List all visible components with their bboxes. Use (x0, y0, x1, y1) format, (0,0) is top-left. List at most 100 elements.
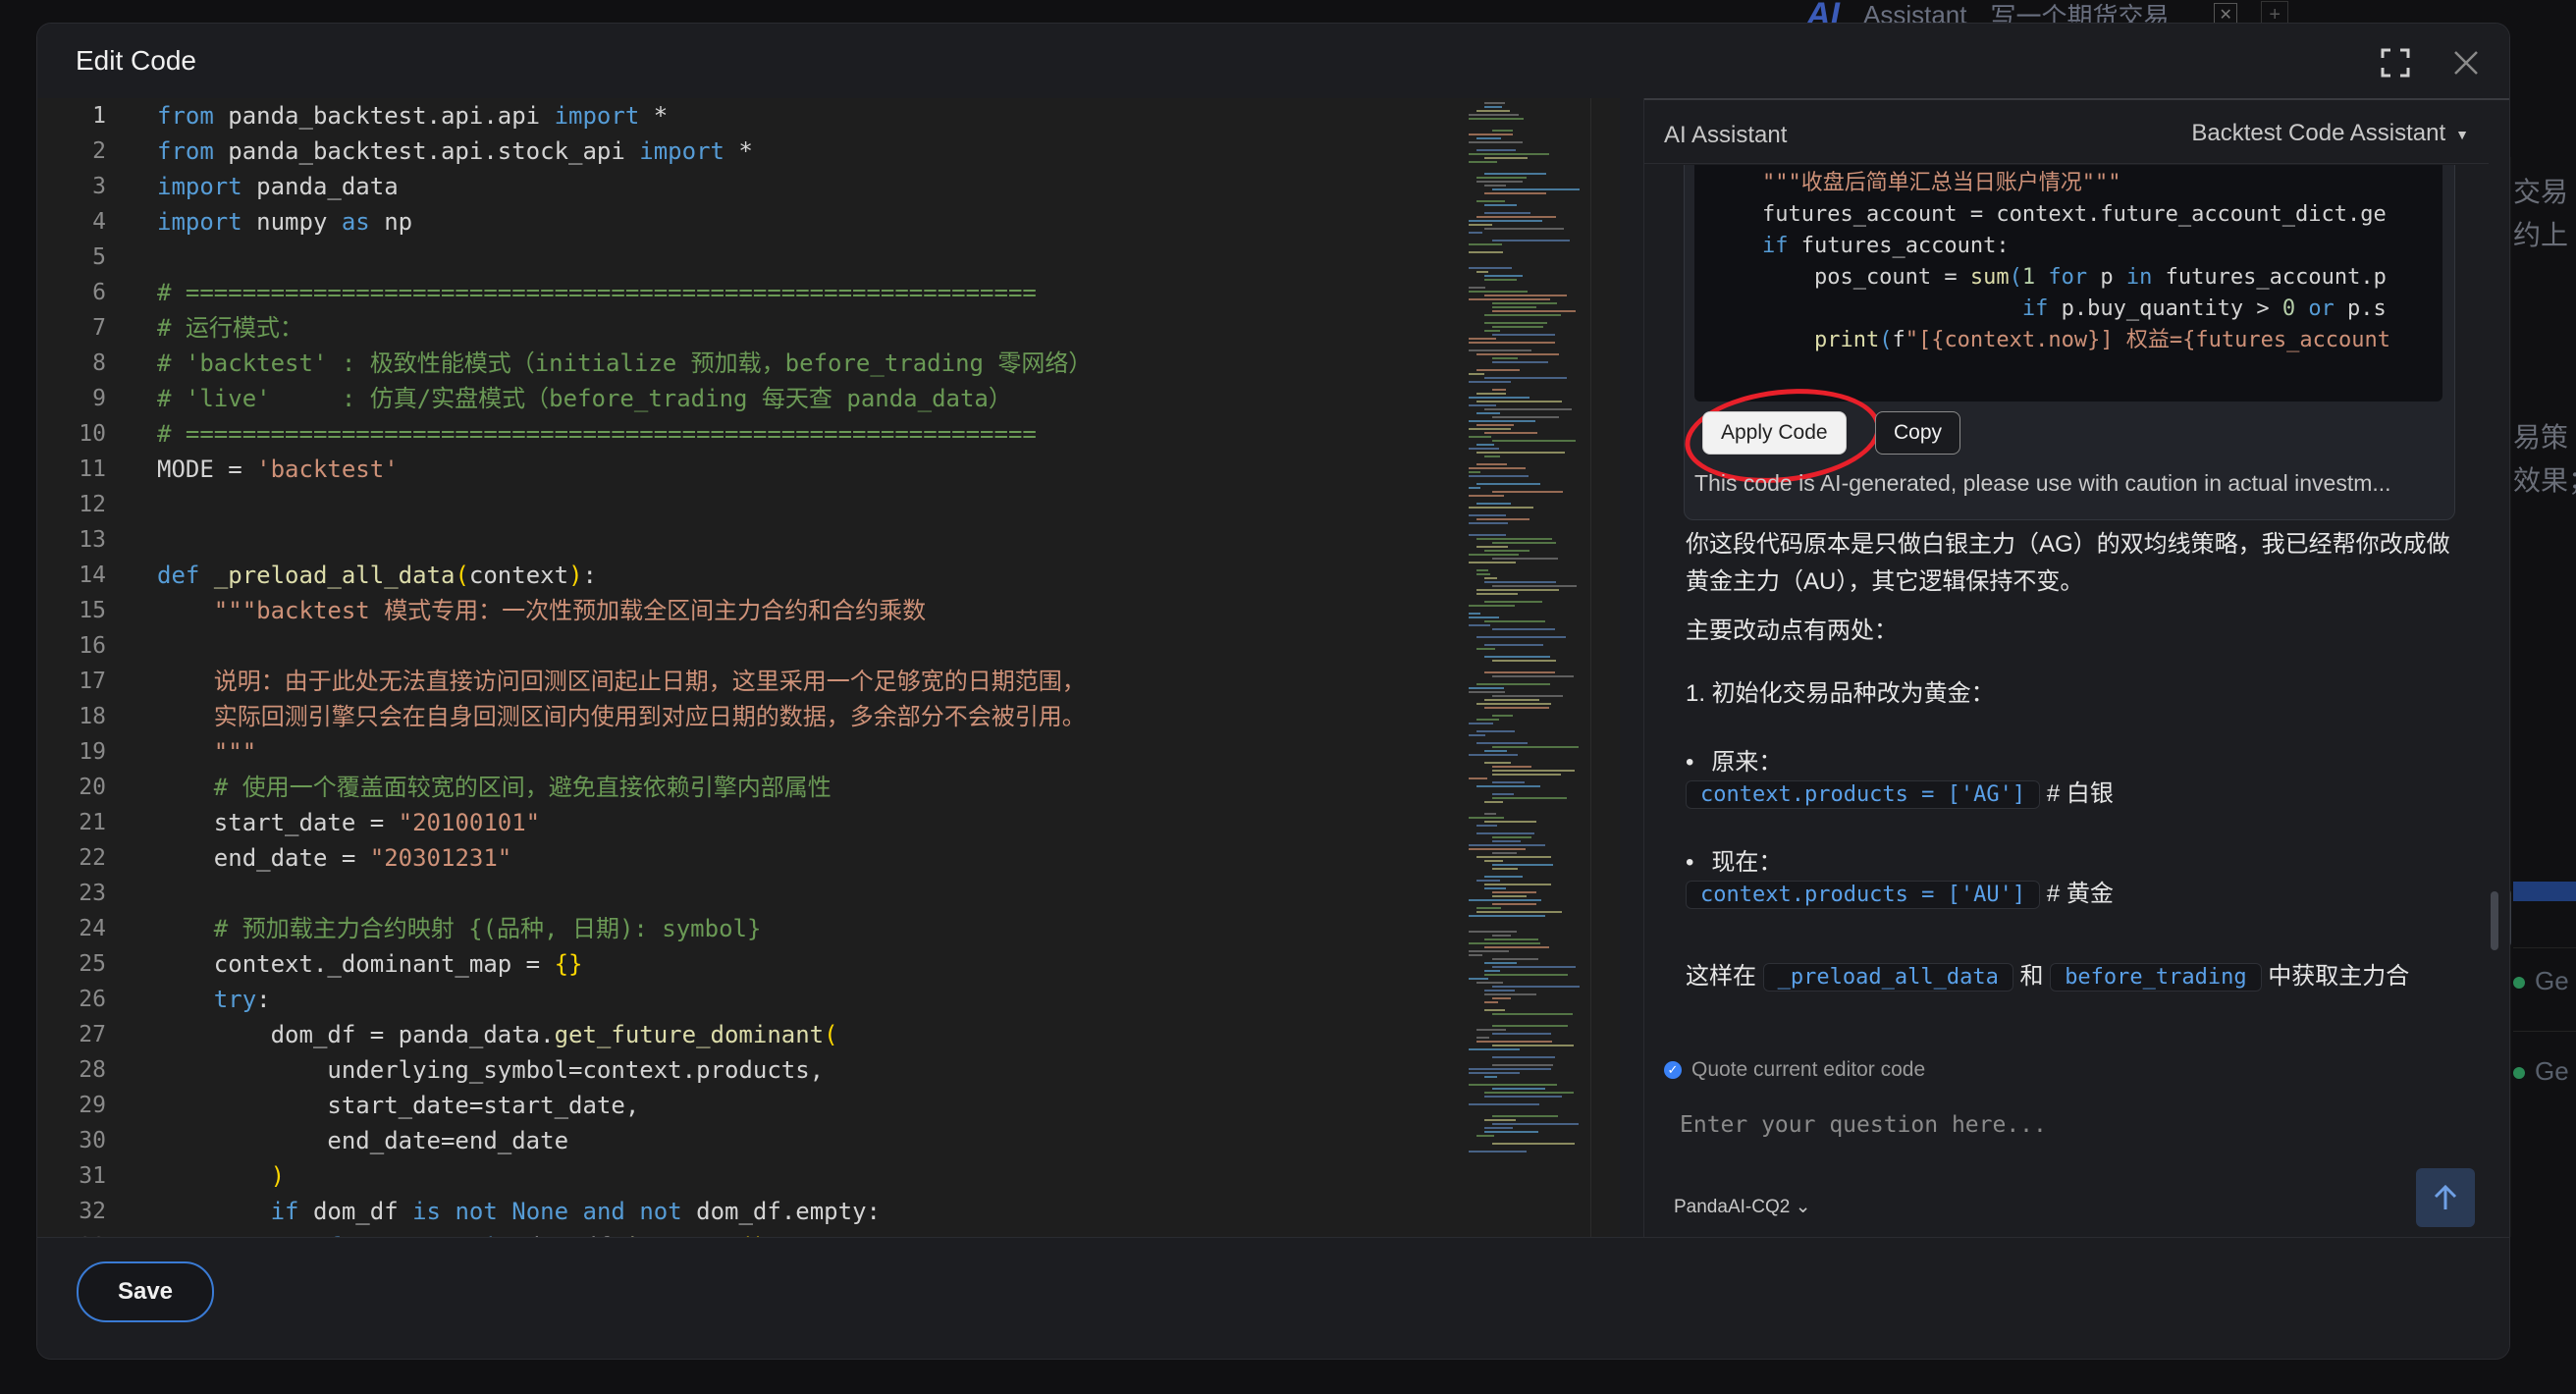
ai-message-tail: 这样在 _preload_all_data 和 before_trading 中… (1686, 963, 2410, 992)
copy-button[interactable]: Copy (1875, 411, 1961, 455)
ai-chat-scroll[interactable]: def after_trading(context): """收盘后简单汇总当日… (1644, 165, 2489, 1025)
code-line[interactable] (135, 240, 1463, 275)
ai-original-comment: # 白银 (2046, 780, 2114, 807)
line-number: 19 (79, 739, 106, 765)
modal-header: Edit Code (37, 24, 2509, 98)
code-line[interactable]: from panda_backtest.api.stock_api import… (135, 134, 1463, 169)
code-line[interactable]: # 使用一个覆盖面较宽的区间，避免直接依赖引擎内部属性 (135, 770, 1463, 805)
editor-scrollbar[interactable] (1590, 98, 1620, 1237)
line-number: 33 (37, 1229, 135, 1237)
bg-list-item-2[interactable]: Ge (2513, 1056, 2576, 1087)
ai-code-line: if p.buy_quantity > 0 or p.s (2021, 296, 2387, 321)
code-line[interactable] (135, 522, 1463, 558)
line-number: 4 (92, 209, 106, 235)
code-editor[interactable]: 1 2 3 4 5 6 7 8 9 10 11 12 13 14 15 16 17 18 19 20 21 22 23 24 2… (37, 98, 1620, 1237)
line-number: 7 (92, 315, 106, 341)
bg-text-4: 效果； (2513, 465, 2576, 496)
code-line[interactable]: 实际回测引擎只会在自身回测区间内使用到对应日期的数据，多余部分不会被引用。 (135, 699, 1463, 734)
assistant-selector[interactable]: Backtest Code Assistant ▼ (2191, 120, 2469, 147)
code-line[interactable]: MODE = 'backtest' (135, 452, 1463, 487)
bg-list-item-1[interactable]: Ge (2513, 966, 2576, 996)
code-line[interactable]: # ======================================… (135, 275, 1463, 310)
ai-code-line: print(f"[{context.now}] 权益={futures_acco… (1813, 328, 2391, 352)
line-number-gutter: 1 2 3 4 5 6 7 8 9 10 11 12 13 14 15 16 17 18 19 20 21 22 23 24 2… (37, 98, 135, 1237)
code-minimap[interactable] (1463, 98, 1590, 1178)
send-button[interactable] (2416, 1168, 2475, 1227)
code-line[interactable]: # 预加载主力合约映射 {(品种, 日期): symbol} (135, 911, 1463, 946)
ai-message-changes: 主要改动点有两处： (1686, 617, 1898, 644)
model-selector[interactable]: PandaAI-CQ2 ⌄ (1674, 1196, 1811, 1218)
line-number: 23 (79, 881, 106, 906)
line-number: 9 (92, 386, 106, 411)
line-number: 10 (79, 421, 106, 447)
status-dot-icon (2513, 1067, 2525, 1080)
code-line[interactable]: start_date = "20100101" (135, 805, 1463, 840)
ai-question-input[interactable] (1678, 1099, 2428, 1151)
code-line[interactable]: underlying_symbol=context.products, (135, 1052, 1463, 1088)
code-line[interactable]: """backtest 模式专用：一次性预加载全区间主力合约和合约乘数 (135, 593, 1463, 628)
ai-code-line: pos_count = sum(1 for p in futures_accou… (1710, 265, 2387, 290)
code-line[interactable]: from panda_backtest.api.api import * (135, 98, 1463, 134)
code-text-area[interactable]: from panda_backtest.api.api import * from… (135, 98, 1463, 1237)
code-line[interactable]: try: (135, 982, 1463, 1017)
code-line[interactable]: for _, row in dom_df.iterrows(): (135, 1229, 1463, 1237)
line-number: 8 (92, 350, 106, 376)
ai-now-code-row: context.products = ['AU'] # 黄金 (1686, 876, 2461, 914)
line-number: 27 (79, 1022, 106, 1047)
code-line[interactable]: # 'backtest' : 极致性能模式（initialize 预加载，bef… (135, 346, 1463, 381)
line-number: 3 (92, 174, 106, 199)
quote-editor-code-toggle[interactable]: ✓ Quote current editor code (1664, 1058, 1925, 1082)
code-line[interactable]: # 'live' : 仿真/实盘模式（before_trading 每天查 pa… (135, 381, 1463, 416)
code-line[interactable]: """ (135, 734, 1463, 770)
apply-code-button[interactable]: Apply Code (1702, 411, 1847, 455)
bg-text-3: 易策 (2513, 422, 2569, 453)
line-number: 32 (79, 1199, 106, 1224)
line-number: 14 (79, 563, 106, 588)
code-line[interactable] (135, 487, 1463, 522)
code-line[interactable]: import panda_data (135, 169, 1463, 204)
inline-code-before-trading: before_trading (2050, 963, 2262, 992)
check-circle-icon[interactable]: ✓ (1664, 1061, 1682, 1080)
line-number: 20 (79, 775, 106, 800)
edit-code-modal: Edit Code 1 2 3 4 5 6 7 8 9 10 11 12 13 14 15 16 17 18 19 2… (37, 24, 2509, 1359)
code-line[interactable]: import numpy as np (135, 204, 1463, 240)
ai-panel-header: AI Assistant Backtest Code Assistant ▼ (1644, 108, 2489, 164)
code-line[interactable]: 说明：由于此处无法直接访问回测区间起止日期，这里采用一个足够宽的日期范围， (135, 664, 1463, 699)
ai-panel-title: AI Assistant (1664, 122, 1788, 148)
bg-highlight-bar (2513, 882, 2576, 901)
code-line[interactable]: def _preload_all_data(context): (135, 558, 1463, 593)
ai-disclaimer: This code is AI-generated, please use wi… (1694, 470, 2391, 496)
caret-down-icon: ▼ (2455, 126, 2469, 142)
code-line[interactable]: start_date=start_date, (135, 1088, 1463, 1123)
code-line[interactable] (135, 628, 1463, 664)
code-line[interactable]: end_date=end_date (135, 1123, 1463, 1158)
ai-original-code-row: context.products = ['AG'] # 白银 (1686, 776, 2461, 814)
line-number: 18 (79, 704, 106, 729)
line-number: 24 (79, 916, 106, 941)
line-number: 15 (79, 598, 106, 623)
ai-chat-scrollbar[interactable] (2489, 165, 2500, 1025)
inline-code-preload: _preload_all_data (1762, 963, 2013, 992)
line-number: 17 (79, 669, 106, 694)
ai-now-comment: # 黄金 (2046, 881, 2114, 907)
arrow-up-icon (2434, 1184, 2457, 1209)
ai-code-line: futures_account = context.future_account… (1710, 202, 2387, 227)
line-number: 13 (79, 527, 106, 553)
code-line[interactable]: if dom_df is not None and not dom_df.emp… (135, 1194, 1463, 1229)
line-number: 16 (79, 633, 106, 659)
code-line[interactable]: dom_df = panda_data.get_future_dominant( (135, 1017, 1463, 1052)
save-button[interactable]: Save (77, 1261, 214, 1322)
close-icon[interactable] (2448, 45, 2484, 80)
line-number: 2 (92, 138, 106, 164)
fullscreen-icon[interactable] (2378, 45, 2413, 80)
code-line[interactable]: # 运行模式： (135, 310, 1463, 346)
ai-assistant-panel: AI Assistant Backtest Code Assistant▼ de… (1643, 98, 2509, 1237)
line-number: 1 (92, 103, 106, 129)
code-line[interactable] (135, 876, 1463, 911)
ai-code-card: def after_trading(context): """收盘后简单汇总当日… (1680, 165, 2455, 520)
code-line[interactable]: context._dominant_map = {} (135, 946, 1463, 982)
code-line[interactable]: # ======================================… (135, 416, 1463, 452)
line-number: 31 (79, 1163, 106, 1189)
code-line[interactable]: ) (135, 1158, 1463, 1194)
code-line[interactable]: end_date = "20301231" (135, 840, 1463, 876)
